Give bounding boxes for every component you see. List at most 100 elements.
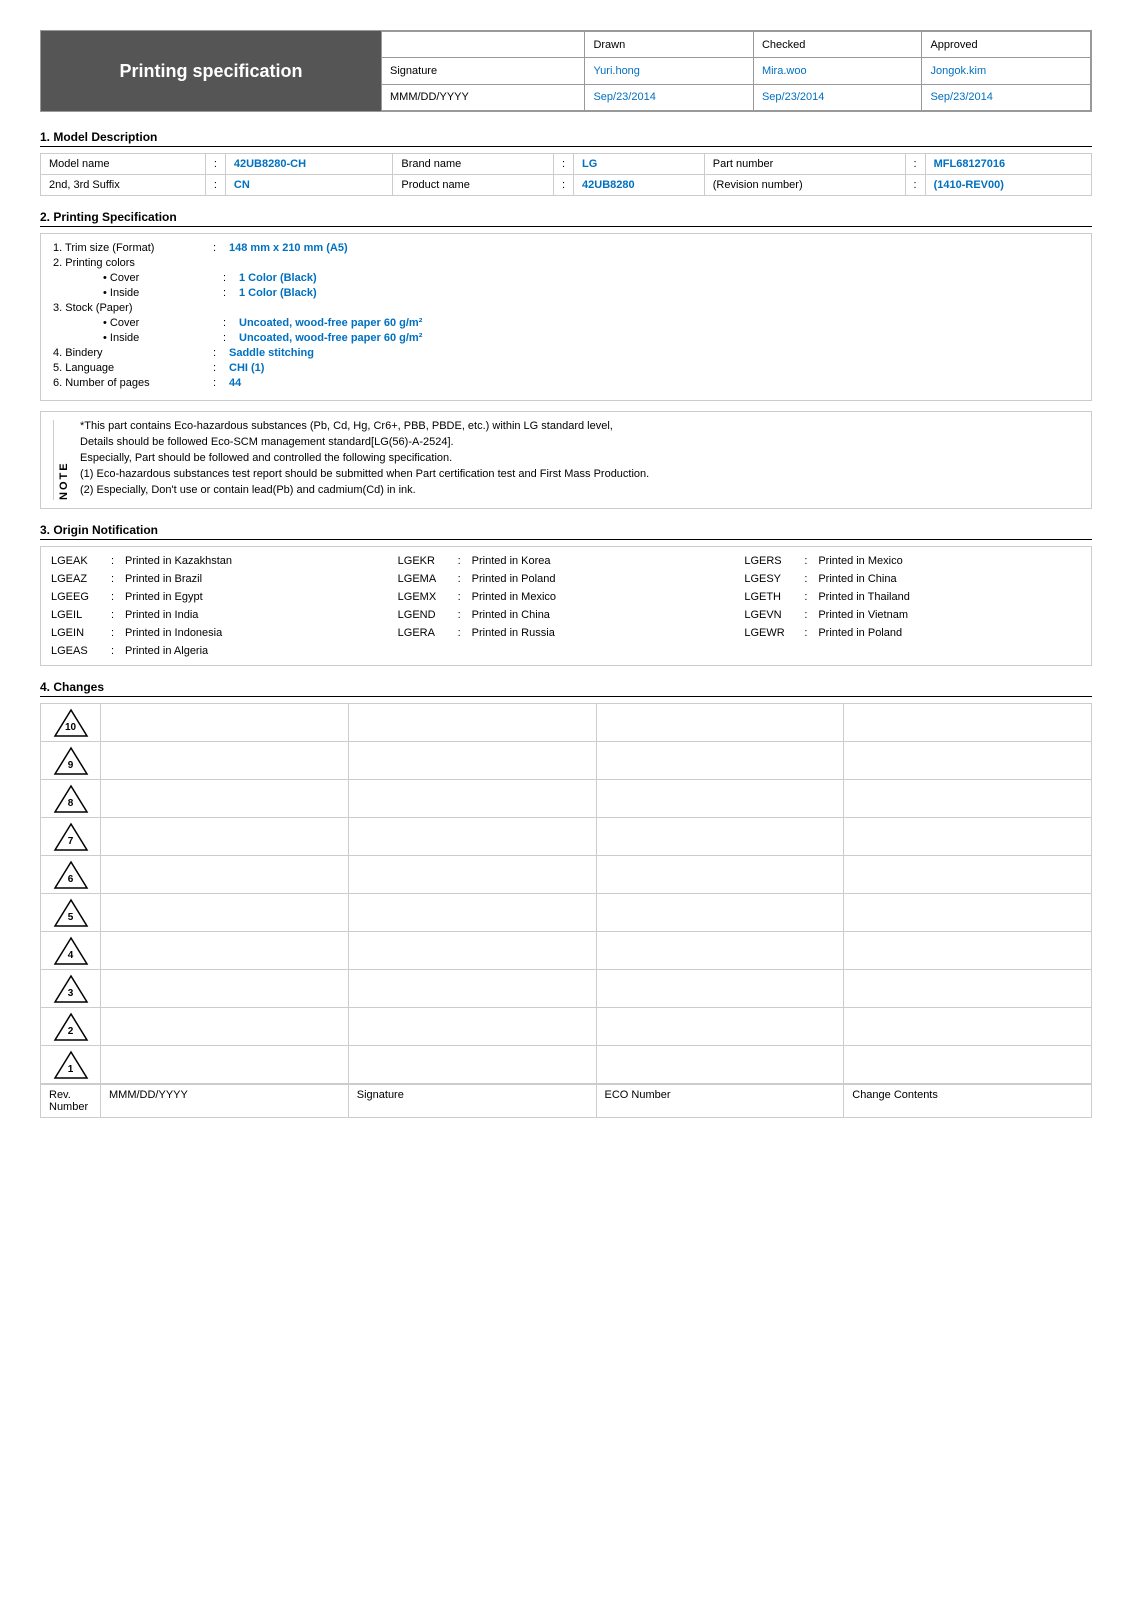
origin-lgekr: LGEKR : Printed in Korea xyxy=(398,553,735,569)
rev-cell-7: 7 xyxy=(41,818,101,855)
origin-empty2 xyxy=(744,643,1081,659)
origin-lgema: LGEMA : Printed in Poland xyxy=(398,571,735,587)
changes-col-6-4 xyxy=(844,856,1091,893)
rev-triangle-9: 9 xyxy=(53,746,89,776)
changes-col-8-4 xyxy=(844,780,1091,817)
rev-cell-6: 6 xyxy=(41,856,101,893)
rev-num-5: 5 xyxy=(68,912,74,923)
origin-grid: LGEAK : Printed in Kazakhstan LGEKR : Pr… xyxy=(51,553,1081,659)
spec-stock: 3. Stock (Paper) xyxy=(53,302,1079,314)
rev-num-1: 1 xyxy=(68,1064,74,1075)
changes-col-4-4 xyxy=(844,932,1091,969)
brand-name-value: LG xyxy=(574,154,705,175)
approved-header: Approved xyxy=(922,32,1091,58)
changes-col-10-1 xyxy=(101,704,349,741)
spec-inside-stock: • Inside : Uncoated, wood-free paper 60 … xyxy=(53,332,1079,344)
note-line-2: Especially, Part should be followed and … xyxy=(80,452,1079,464)
spec-cover-stock: • Cover : Uncoated, wood-free paper 60 g… xyxy=(53,317,1079,329)
changes-col-7-4 xyxy=(844,818,1091,855)
document-title: Printing specification xyxy=(41,31,381,111)
changes-col-5-2 xyxy=(349,894,597,931)
approval-table: Drawn Checked Approved Signature Yuri.ho… xyxy=(381,31,1091,111)
footer-contents: Change Contents xyxy=(844,1085,1091,1117)
changes-col-4-3 xyxy=(597,932,845,969)
note-line-4: (2) Especially, Don't use or contain lea… xyxy=(80,484,1079,496)
origin-lgeth: LGETH : Printed in Thailand xyxy=(744,589,1081,605)
changes-col-3-4 xyxy=(844,970,1091,1007)
model-name-value: 42UB8280-CH xyxy=(225,154,392,175)
note-line-3: (1) Eco-hazardous substances test report… xyxy=(80,468,1079,480)
origin-lgewr: LGEWR : Printed in Poland xyxy=(744,625,1081,641)
rev-num-9: 9 xyxy=(68,760,74,771)
suffix-label: 2nd, 3rd Suffix xyxy=(41,175,206,196)
changes-col-6-2 xyxy=(349,856,597,893)
rev-cell-2: 2 xyxy=(41,1008,101,1045)
changes-row-6: 6 xyxy=(41,856,1091,894)
changes-col-6-3 xyxy=(597,856,845,893)
origin-lgeeg: LGEEG : Printed in Egypt xyxy=(51,589,388,605)
rev-triangle-4: 4 xyxy=(53,936,89,966)
changes-col-2-2 xyxy=(349,1008,597,1045)
changes-row-4: 4 xyxy=(41,932,1091,970)
inside-stock-value: Uncoated, wood-free paper 60 g/m² xyxy=(239,332,422,344)
trim-value: 148 mm x 210 mm (A5) xyxy=(229,242,348,254)
changes-row-9: 9 xyxy=(41,742,1091,780)
changes-col-5-3 xyxy=(597,894,845,931)
spec-language: 5. Language : CHI (1) xyxy=(53,362,1079,374)
title-text: Printing specification xyxy=(119,61,302,82)
section4-header: 4. Changes xyxy=(40,680,1092,697)
changes-row-8: 8 xyxy=(41,780,1091,818)
changes-col-5-1 xyxy=(101,894,349,931)
changes-col-7-2 xyxy=(349,818,597,855)
spec-cover-color: • Cover : 1 Color (Black) xyxy=(53,272,1079,284)
model-name-label: Model name xyxy=(41,154,206,175)
changes-col-2-1 xyxy=(101,1008,349,1045)
spec-trim: 1. Trim size (Format) : 148 mm x 210 mm … xyxy=(53,242,1079,254)
changes-col-10-2 xyxy=(349,704,597,741)
rev-triangle-6: 6 xyxy=(53,860,89,890)
changes-col-7-3 xyxy=(597,818,845,855)
note-line-1: Details should be followed Eco-SCM manag… xyxy=(80,436,1079,448)
changes-col-2-3 xyxy=(597,1008,845,1045)
drawn-header: Drawn xyxy=(585,32,754,58)
footer-date: MMM/DD/YYYY xyxy=(101,1085,349,1117)
rev-triangle-5: 5 xyxy=(53,898,89,928)
rev-cell-9: 9 xyxy=(41,742,101,779)
approval-empty xyxy=(382,32,585,58)
rev-triangle-2: 2 xyxy=(53,1012,89,1042)
rev-cell-4: 4 xyxy=(41,932,101,969)
origin-lgera: LGERA : Printed in Russia xyxy=(398,625,735,641)
origin-lgeil: LGEIL : Printed in India xyxy=(51,607,388,623)
changes-col-9-4 xyxy=(844,742,1091,779)
spec-inside-color: • Inside : 1 Color (Black) xyxy=(53,287,1079,299)
rev-num-7: 7 xyxy=(68,836,74,847)
changes-col-10-3 xyxy=(597,704,845,741)
inside-color-value: 1 Color (Black) xyxy=(239,287,317,299)
spec-colors: 2. Printing colors xyxy=(53,257,1079,269)
rev-num-4: 4 xyxy=(68,950,74,961)
spec-pages: 6. Number of pages : 44 xyxy=(53,377,1079,389)
product-name-label: Product name xyxy=(393,175,554,196)
changes-col-5-4 xyxy=(844,894,1091,931)
changes-row-2: 2 xyxy=(41,1008,1091,1046)
suffix-value: CN xyxy=(225,175,392,196)
approved-date: Sep/23/2014 xyxy=(922,84,1091,110)
changes-row-5: 5 xyxy=(41,894,1091,932)
rev-triangle-1: 1 xyxy=(53,1050,89,1080)
changes-box: 10 9 8 xyxy=(40,703,1092,1118)
origin-box: LGEAK : Printed in Kazakhstan LGEKR : Pr… xyxy=(40,546,1092,666)
changes-col-1-1 xyxy=(101,1046,349,1083)
origin-lgesy: LGESY : Printed in China xyxy=(744,571,1081,587)
model-table: Model name : 42UB8280-CH Brand name : LG… xyxy=(40,153,1092,196)
checked-header: Checked xyxy=(753,32,922,58)
header-container: Printing specification Drawn Checked App… xyxy=(40,30,1092,112)
rev-triangle-3: 3 xyxy=(53,974,89,1004)
checked-name: Mira.woo xyxy=(753,58,922,84)
changes-col-3-3 xyxy=(597,970,845,1007)
spec-box: 1. Trim size (Format) : 148 mm x 210 mm … xyxy=(40,233,1092,401)
rev-num-6: 6 xyxy=(68,874,74,885)
product-name-value: 42UB8280 xyxy=(574,175,705,196)
section1-header: 1. Model Description xyxy=(40,130,1092,147)
note-line-0: *This part contains Eco-hazardous substa… xyxy=(80,420,1079,432)
cover-stock-value: Uncoated, wood-free paper 60 g/m² xyxy=(239,317,422,329)
